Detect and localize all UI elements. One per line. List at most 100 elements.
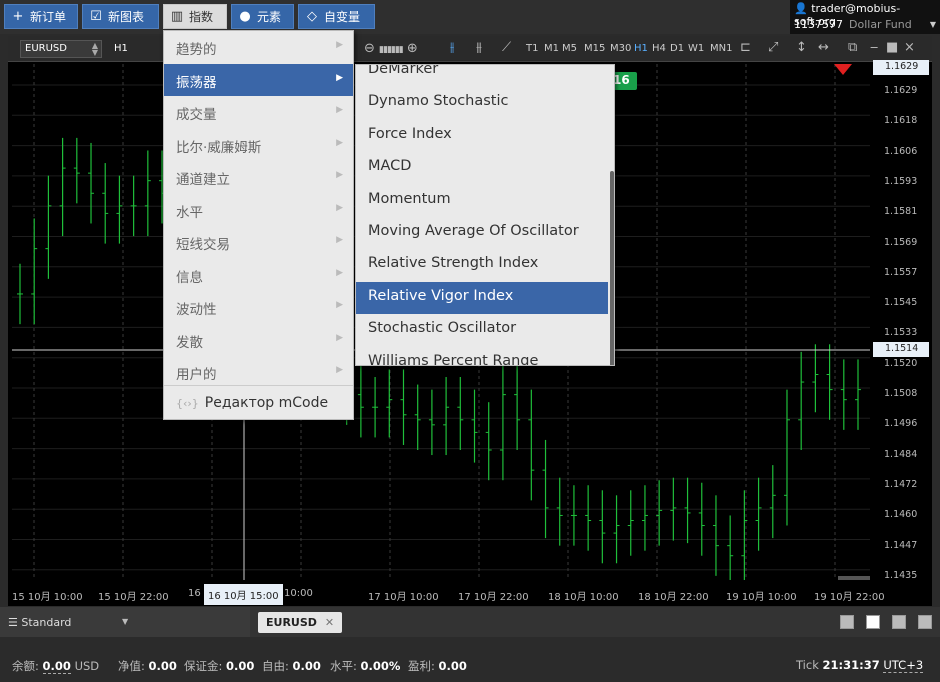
submenu-item-relative-vigor-index[interactable]: Relative Vigor Index [356,281,608,314]
time-axis: 15 10月 10:00 15 10月 22:00 16 10:00 17 10月 10… [12,582,885,606]
new-chart-button[interactable]: ☑ 新图表 [82,4,159,29]
submenu-item-demarker[interactable]: DeMarker [356,65,608,87]
candle [443,377,450,456]
code-braces-icon: {‹›} [176,397,199,410]
line-chart-type-icon[interactable]: ⟋ [502,40,511,55]
candle [641,485,648,551]
candle-chart-type-icon[interactable]: ⫵ [476,40,482,55]
timeframe-w1[interactable]: W1 [688,43,704,54]
symbol-selector[interactable]: EURUSD ▲ ▼ [20,40,102,58]
chevron-down-icon[interactable]: ▼ [930,20,936,29]
margin-level-label: 水平: [330,659,357,673]
price-tick-label: 1.1472 [884,478,918,490]
candle [783,389,790,526]
layout-columns-icon[interactable] [892,615,906,629]
time-tick-label: 19 10月 10:00 [726,592,797,603]
price-tick-label: 1.1545 [884,297,918,309]
submenu-arrow-icon: ▶ [336,40,343,50]
candle [428,389,435,456]
submenu-arrow-icon: ▶ [336,267,343,278]
menu-item-bill-williams[interactable]: 比尔·威廉姆斯 ▶ [164,129,353,161]
layout-single-icon[interactable] [840,615,854,629]
layout-grid-icon[interactable] [866,615,880,629]
menu-item-info[interactable]: 信息 ▶ [164,259,353,291]
menu-icon: ☰ [8,616,18,629]
candle [627,490,634,556]
candle [485,402,492,481]
timeframe-h4[interactable]: H4 [652,43,666,54]
candle [471,389,478,463]
menu-item-divergence[interactable]: 发散 ▶ [164,324,353,356]
timeframe-h1[interactable]: H1 [634,43,648,54]
margin-value: 0.00 [226,659,255,673]
vertical-fit-icon[interactable]: ↕ [796,40,807,55]
timeframe-d1[interactable]: D1 [670,43,684,54]
timeframe-m5[interactable]: M5 [562,43,577,54]
candle [613,495,620,564]
bar-chart-type-icon[interactable]: ⫲ [450,40,454,55]
menu-item-channels[interactable]: 通道建立 ▶ [164,161,353,193]
zoom-control[interactable]: ⊖ ▮▮▮▮▮▮ ⊕ [364,41,418,56]
workspace-selector[interactable]: ☰ Standard ▼ [0,607,250,637]
submenu-item-dynamo-stochastic[interactable]: Dynamo Stochastic [356,87,608,119]
elements-button[interactable]: ● 元素 [231,4,294,29]
autoscale-icon[interactable]: ⤢ [768,40,778,55]
candle [812,344,819,413]
account-panel[interactable]: 👤 trader@mobius-soft.org 1137577 Dollar F… [790,0,940,34]
timeframe-m30[interactable]: M30 [610,43,631,54]
submenu-item-macd[interactable]: MACD [356,152,608,184]
candle [414,384,421,451]
timeframe-t1[interactable]: T1 [526,43,538,54]
zoom-out-icon[interactable]: ⊖ [364,41,375,56]
indicators-menu: {‹›} Редактор mCode 趋势的 ▶ 振荡器 ▶ 成交量 ▶ 比尔·威廉姆斯 ▶ 通… [163,30,354,420]
current-timeframe[interactable]: H1 [114,43,128,54]
timeframe-m15[interactable]: M15 [584,43,605,54]
submenu-scrollbar[interactable] [610,171,614,365]
zoom-slider[interactable]: ▮▮▮▮▮▮ [379,45,404,55]
menu-item-volatility[interactable]: 波动性 ▶ [164,291,353,323]
chart-window-icon: ☑ [90,9,102,24]
submenu-item-relative-strength-index[interactable]: Relative Strength Index [356,249,608,281]
submenu-item-force-index[interactable]: Force Index [356,120,608,152]
menu-item-levels[interactable]: 水平 ▶ [164,194,353,226]
timeframe-m1[interactable]: M1 [544,43,559,54]
new-order-button[interactable]: + 新订单 [4,4,78,29]
zoom-in-icon[interactable]: ⊕ [407,41,418,56]
menu-item-oscillators[interactable]: 振荡器 ▶ [164,63,353,96]
candle [570,485,577,546]
maximize-icon[interactable]: ■ [886,40,898,55]
submenu-arrow-icon: ▶ [336,235,343,245]
chart-tab-eurusd[interactable]: EURUSD ✕ [258,612,343,633]
minimize-icon[interactable]: ‒ [870,40,878,55]
submenu-item-moving-average-of-oscillator[interactable]: Moving Average Of Oscillator [356,217,608,249]
app-window: + 新订单 ☑ 新图表 ▥ 指数 ● 元素 ◇ 自变量 👤 trader@mob… [0,0,940,682]
detach-window-icon[interactable]: ⧉ [848,40,857,55]
balance-label: 余额: [12,659,39,673]
menu-item-scalping[interactable]: 短线交易 ▶ [164,226,353,258]
timezone-selector[interactable]: UTC+3 [883,658,924,673]
menu-item-custom[interactable]: 用户的 ▶ [164,356,353,388]
tick-label: Tick [796,658,819,672]
balance-value[interactable]: 0.00 [42,659,71,674]
submenu-item-stochastic-oscillator[interactable]: Stochastic Oscillator [356,314,608,346]
horizontal-fit-icon[interactable]: ↔ [818,40,829,55]
menu-item-volume[interactable]: 成交量 ▶ [164,96,353,128]
submenu-arrow-icon: ▶ [336,332,343,343]
price-tick-label: 1.1593 [884,175,918,187]
layout-rows-icon[interactable] [918,615,932,629]
indicator-panel-icon[interactable]: ⊏ [740,40,751,55]
submenu-item-momentum[interactable]: Momentum [356,185,608,217]
alert-marker-icon[interactable] [834,64,852,75]
free-margin-label: 自由: [262,659,289,673]
candle [556,477,563,546]
balance-currency: USD [74,659,100,673]
submenu-item-williams-percent-range[interactable]: Williams Percent Range [356,347,608,365]
candle [712,495,719,576]
timeframe-mn1[interactable]: MN1 [710,43,732,54]
variables-button[interactable]: ◇ 自变量 [298,4,375,29]
close-icon[interactable]: × [904,40,915,55]
close-tab-icon[interactable]: ✕ [325,616,334,629]
indicators-button[interactable]: ▥ 指数 [163,4,227,29]
menu-item-trend[interactable]: 趋势的 ▶ [164,31,353,63]
mcode-editor-item[interactable]: {‹›} Редактор mCode [164,388,353,420]
